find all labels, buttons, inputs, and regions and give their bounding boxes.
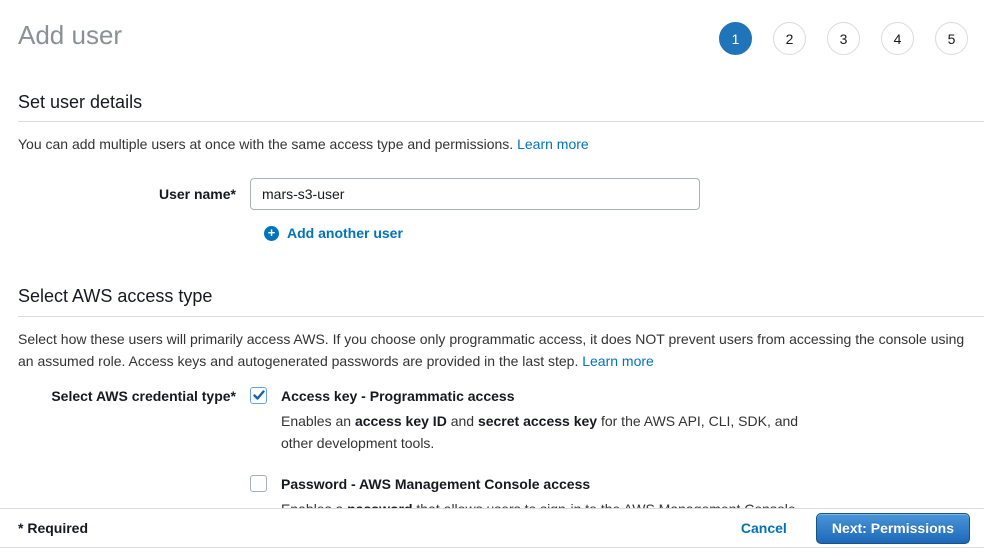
user-details-heading: Set user details [18, 91, 974, 114]
page-header: Add user 1 2 3 4 5 [18, 14, 974, 55]
password-checkbox[interactable] [250, 475, 267, 492]
option-access-key-text: Access key - Programmatic access Enables… [281, 387, 833, 454]
credential-options: Access key - Programmatic access Enables… [250, 387, 833, 520]
credential-type-row: Select AWS credential type* Access key -… [18, 387, 974, 520]
access-type-heading: Select AWS access type [18, 285, 974, 308]
step-circle-3: 3 [827, 22, 860, 55]
access-type-learn-more-link[interactable]: Learn more [582, 353, 654, 369]
username-label: User name* [18, 186, 250, 202]
user-details-intro-text: You can add multiple users at once with … [18, 136, 513, 152]
section-user-details: Set user details You can add multiple us… [18, 91, 974, 241]
section-access-type: Select AWS access type Select how these … [18, 285, 974, 519]
section-divider [18, 121, 984, 122]
add-user-wizard-page: Add user 1 2 3 4 5 Set user details You … [0, 0, 984, 556]
access-key-checkbox[interactable] [250, 387, 267, 404]
next-permissions-button[interactable]: Next: Permissions [816, 513, 970, 544]
user-details-intro: You can add multiple users at once with … [18, 133, 974, 155]
access-type-intro-text: Select how these users will primarily ac… [18, 331, 964, 369]
checkmark-icon [253, 389, 265, 401]
section-divider [18, 316, 984, 317]
plus-circle-icon: + [264, 226, 279, 241]
step-indicator: 1 2 3 4 5 [719, 22, 968, 55]
page-content: Add user 1 2 3 4 5 Set user details You … [0, 0, 984, 520]
wizard-footer: * Required Cancel Next: Permissions [0, 508, 984, 548]
page-title: Add user [18, 20, 122, 51]
add-another-user-label: Add another user [287, 225, 403, 241]
step-circle-1: 1 [719, 22, 752, 55]
required-note: * Required [18, 520, 88, 536]
credential-type-label: Select AWS credential type* [18, 387, 250, 404]
step-circle-2: 2 [773, 22, 806, 55]
access-key-option-description: Enables an access key ID and secret acce… [281, 410, 833, 454]
user-details-learn-more-link[interactable]: Learn more [517, 136, 589, 152]
access-key-option-label: Access key - Programmatic access [281, 387, 833, 405]
option-access-key: Access key - Programmatic access Enables… [250, 387, 833, 454]
username-input[interactable] [250, 178, 700, 210]
cancel-button[interactable]: Cancel [741, 520, 787, 536]
username-row: User name* [18, 178, 974, 210]
step-circle-5: 5 [935, 22, 968, 55]
footer-actions: Cancel Next: Permissions [741, 513, 970, 544]
access-type-intro: Select how these users will primarily ac… [18, 328, 974, 372]
add-another-user-button[interactable]: + Add another user [264, 225, 403, 241]
step-circle-4: 4 [881, 22, 914, 55]
password-option-label: Password - AWS Management Console access [281, 475, 800, 493]
